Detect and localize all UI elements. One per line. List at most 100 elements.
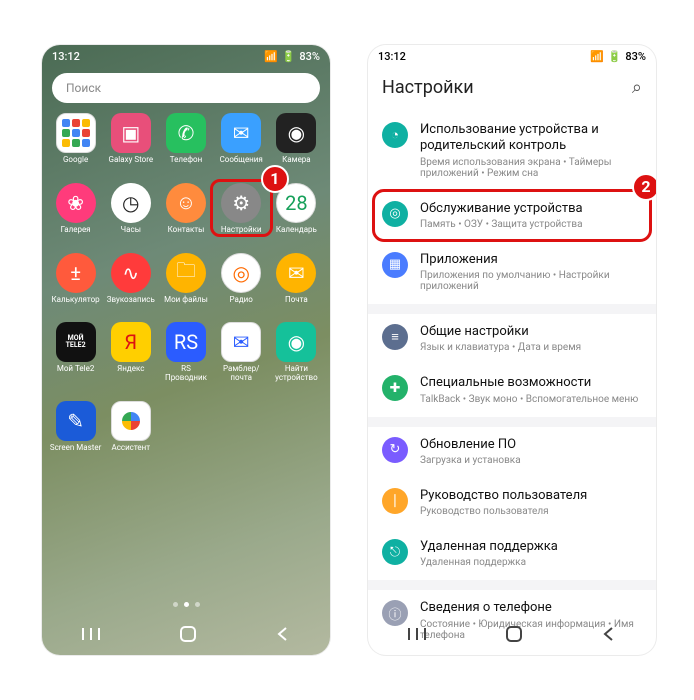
- app-icon: ◷: [111, 183, 151, 223]
- app-label: Рамблер/ почта: [215, 365, 267, 383]
- app-label: Мой Tele2: [57, 365, 94, 374]
- app-icon: ⚙: [221, 183, 261, 223]
- settings-item-sub: Приложения по умолчанию • Настройки прил…: [420, 270, 642, 292]
- app-контакты[interactable]: ☺ Контакты: [158, 183, 213, 235]
- app-калькулятор[interactable]: ± Калькулятор: [48, 253, 103, 305]
- app-galaxy-store[interactable]: ▣ Galaxy Store: [103, 113, 158, 165]
- app-ассистент[interactable]: Ассистент: [103, 401, 158, 453]
- app-icon: ✉: [276, 253, 316, 293]
- app-сообщения[interactable]: ✉ Сообщения: [214, 113, 269, 165]
- signal-icon: 📶: [264, 50, 278, 63]
- search-input[interactable]: Поиск: [52, 73, 320, 103]
- app-icon: ◎: [221, 253, 261, 293]
- app-icon: [56, 113, 96, 153]
- settings-item-title: Сведения о телефоне: [420, 600, 642, 616]
- app-label: Сообщения: [220, 156, 263, 165]
- app-icon: ✉: [221, 113, 261, 153]
- settings-item[interactable]: ✚ Специальные возможности TalkBack • Зву…: [368, 365, 656, 416]
- settings-item-title: Обновление ПО: [420, 437, 642, 453]
- settings-item-title: Общие настройки: [420, 324, 642, 340]
- app-grid: Google▣ Galaxy Store✆ Телефон✉ Сообщения…: [42, 113, 330, 453]
- settings-item-icon: ◎: [382, 201, 408, 227]
- app-найти-устройство[interactable]: ◉ Найти устройство: [269, 322, 324, 383]
- app-label: Screen Master: [50, 444, 102, 453]
- settings-item-sub: Загрузка и установка: [420, 455, 642, 466]
- battery-pct: 83%: [299, 50, 320, 63]
- app-телефон[interactable]: ✆ Телефон: [158, 113, 213, 165]
- app-мои-файлы[interactable]: 🗀 Мои файлы: [158, 253, 213, 305]
- app-icon: МОЙTELE2: [56, 322, 96, 362]
- settings-item[interactable]: ◎ Обслуживание устройства Память • ОЗУ •…: [368, 191, 656, 242]
- app-label: Калькулятор: [52, 296, 100, 305]
- page-indicator: [42, 602, 330, 607]
- settings-list: ◔ Использование устройства и родительски…: [368, 112, 656, 655]
- nav-recent[interactable]: [81, 626, 101, 646]
- app-icon: RS: [166, 322, 206, 362]
- settings-item-sub: Время использования экрана • Таймеры при…: [420, 157, 642, 179]
- search-placeholder: Поиск: [66, 81, 101, 95]
- status-right: 📶 🔋 83%: [590, 50, 646, 63]
- settings-title: Настройки: [382, 77, 474, 98]
- step-badge-2: 2: [632, 173, 656, 201]
- app-rs-проводник[interactable]: RS RS Проводник: [158, 322, 213, 383]
- app-label: Галерея: [61, 226, 91, 235]
- search-icon[interactable]: ⌕: [632, 77, 642, 98]
- app-label: Звукозапись: [107, 296, 155, 305]
- settings-item-title: Обслуживание устройства: [420, 201, 642, 217]
- app-label: RS Проводник: [160, 365, 212, 383]
- settings-item-title: Специальные возможности: [420, 375, 642, 391]
- app-label: Радио: [230, 296, 253, 305]
- app-настройки[interactable]: ⚙ Настройки: [214, 183, 269, 235]
- settings-item[interactable]: ◔ Использование устройства и родительски…: [368, 112, 656, 191]
- nav-bar: [368, 617, 656, 655]
- app-почта[interactable]: ✉ Почта: [269, 253, 324, 305]
- step-badge-1: 1: [261, 165, 289, 193]
- app-мой-tele2[interactable]: МОЙTELE2 Мой Tele2: [48, 322, 103, 383]
- app-рамблер-почта[interactable]: ✉ Рамблер/ почта: [214, 322, 269, 383]
- settings-item-title: Приложения: [420, 252, 642, 268]
- app-label: Мои файлы: [164, 296, 208, 305]
- app-камера[interactable]: ◉ Камера: [269, 113, 324, 165]
- app-icon: ◉: [276, 113, 316, 153]
- settings-item-icon: ❘: [382, 488, 408, 514]
- nav-recent[interactable]: [407, 626, 427, 646]
- settings-item-title: Руководство пользователя: [420, 488, 642, 504]
- app-label: Почта: [285, 296, 308, 305]
- settings-item[interactable]: ≡ Общие настройки Язык и клавиатура • Да…: [368, 314, 656, 365]
- app-звукозапись[interactable]: ∿ Звукозапись: [103, 253, 158, 305]
- nav-home[interactable]: [505, 625, 523, 647]
- settings-item-sub: Язык и клавиатура • Дата и время: [420, 342, 642, 353]
- settings-item[interactable]: ❘ Руководство пользователя Руководство п…: [368, 478, 656, 529]
- settings-item-sub: Удаленная поддержка: [420, 557, 642, 568]
- settings-item-title: Использование устройства и родительский …: [420, 122, 642, 155]
- nav-back[interactable]: [275, 626, 291, 646]
- app-label: Камера: [282, 156, 311, 165]
- status-time: 13:12: [378, 50, 406, 63]
- app-часы[interactable]: ◷ Часы: [103, 183, 158, 235]
- app-label: Найти устройство: [270, 365, 322, 383]
- phone-launcher: 13:12 📶 🔋 83% Поиск Google▣ Galaxy Store…: [42, 45, 330, 655]
- status-right: 📶 🔋 83%: [264, 50, 320, 63]
- settings-item[interactable]: ⎋ Удаленная поддержка Удаленная поддержк…: [368, 529, 656, 580]
- settings-item-icon: ◔: [382, 122, 408, 148]
- settings-item[interactable]: ↻ Обновление ПО Загрузка и установка: [368, 427, 656, 478]
- nav-home[interactable]: [179, 625, 197, 647]
- settings-item-icon: ✚: [382, 375, 408, 401]
- app-icon: Я: [111, 322, 151, 362]
- settings-item[interactable]: ▦ Приложения Приложения по умолчанию • Н…: [368, 242, 656, 304]
- app-яндекс[interactable]: Я Яндекс: [103, 322, 158, 383]
- app-icon: ✉: [221, 322, 261, 362]
- settings-item-icon: ≡: [382, 324, 408, 350]
- app-icon: ✆: [166, 113, 206, 153]
- app-label: Календарь: [276, 226, 317, 235]
- nav-bar: [42, 617, 330, 655]
- app-радио[interactable]: ◎ Радио: [214, 253, 269, 305]
- app-icon: [111, 401, 151, 441]
- app-label: Контакты: [168, 226, 205, 235]
- app-галерея[interactable]: ❀ Галерея: [48, 183, 103, 235]
- app-icon: ☺: [166, 183, 206, 223]
- nav-back[interactable]: [601, 626, 617, 646]
- app-screen-master[interactable]: ✎ Screen Master: [48, 401, 103, 453]
- app-google[interactable]: Google: [48, 113, 103, 165]
- status-bar: 13:12 📶 🔋 83%: [42, 45, 330, 67]
